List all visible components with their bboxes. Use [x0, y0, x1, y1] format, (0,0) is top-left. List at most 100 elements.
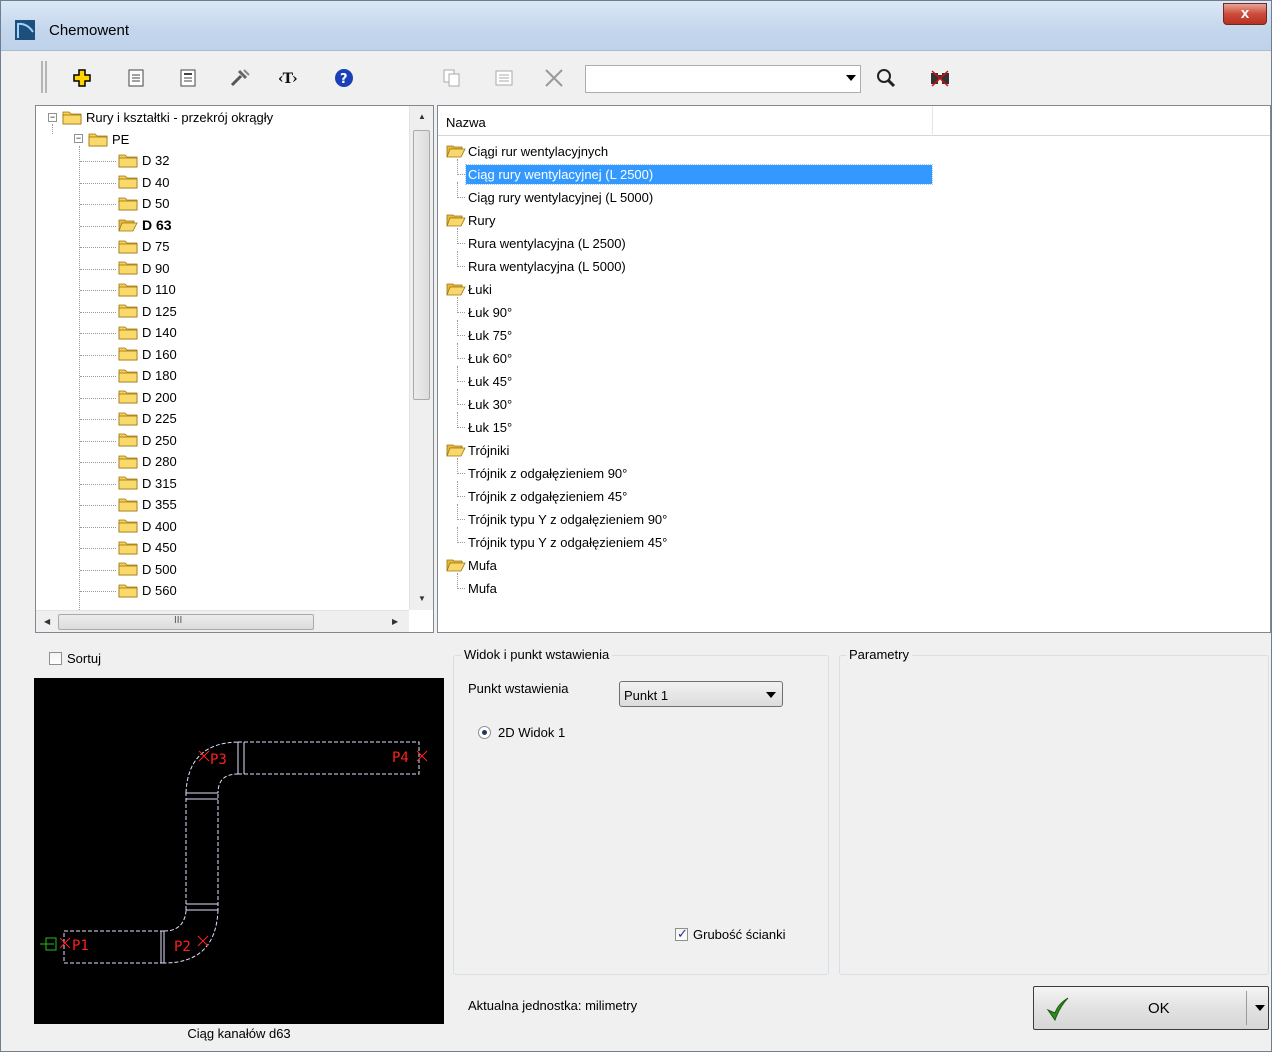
list-item[interactable]: Trójnik typu Y z odgałęzieniem 90° [466, 508, 669, 530]
list-item[interactable]: Mufa [466, 577, 499, 599]
tree-item[interactable]: D 450 [118, 537, 177, 558]
tree-item[interactable]: D 355 [118, 494, 177, 515]
list-item[interactable]: Łuk 45° [466, 370, 514, 392]
column-separator[interactable] [932, 106, 933, 136]
tree-hscroll-thumb[interactable]: III [58, 614, 314, 630]
tree-item[interactable]: D 75 [118, 236, 169, 257]
tools-button[interactable] [227, 65, 253, 91]
folder-icon [118, 498, 138, 512]
view-radio-option[interactable]: 2D Widok 1 [478, 725, 565, 740]
tree-node-group[interactable]: PE [88, 129, 129, 150]
search-input[interactable] [588, 67, 838, 91]
tree-item[interactable]: D 560 [118, 580, 177, 601]
tree-item[interactable]: D 225 [118, 408, 177, 429]
tree-item[interactable]: D 110 [118, 279, 176, 300]
search-combobox[interactable] [585, 65, 861, 93]
ok-button[interactable]: OK [1033, 986, 1269, 1030]
text-tag-button[interactable]: ‹T› [277, 65, 303, 91]
tree-collapse-toggle[interactable]: − [48, 113, 57, 122]
search-button[interactable] [873, 65, 899, 91]
delete-button[interactable] [541, 65, 567, 91]
tree-item[interactable]: D 50 [118, 193, 169, 214]
list-item-label: Trójnik typu Y z odgałęzieniem 90° [468, 511, 668, 527]
help-button[interactable]: ? [331, 65, 357, 91]
tree-item-label: D 400 [142, 518, 177, 534]
tree-item[interactable]: D 200 [118, 387, 177, 408]
wall-thickness-checkbox-box[interactable] [675, 926, 688, 942]
tree-item[interactable]: D 32 [118, 150, 169, 171]
list-group-row[interactable]: Mufa [446, 554, 499, 576]
list-item[interactable]: Trójnik z odgałęzieniem 90° [466, 462, 629, 484]
chevron-down-icon[interactable] [846, 75, 856, 81]
tree-vertical-scrollbar[interactable]: ▲ ▼ [409, 106, 433, 610]
tree-item[interactable]: D 250 [118, 430, 177, 451]
scroll-right-icon[interactable]: ▶ [392, 617, 398, 626]
scroll-up-icon[interactable]: ▲ [418, 112, 426, 121]
folder-icon [118, 519, 138, 533]
category-tree[interactable]: − Rury i kształtki - przekrój okrągły − PE D… [35, 105, 434, 633]
properties-button[interactable] [123, 65, 149, 91]
scroll-left-icon[interactable]: ◀ [44, 617, 50, 626]
tree-collapse-toggle[interactable]: − [74, 134, 83, 143]
tree-item[interactable]: D 125 [118, 301, 177, 322]
tree-item[interactable]: D 280 [118, 451, 177, 472]
list-item[interactable]: Łuk 30° [466, 393, 514, 415]
column-header-name[interactable]: Nazwa [446, 115, 486, 130]
tree-item[interactable]: D 400 [118, 516, 177, 537]
sort-checkbox[interactable]: Sortuj [49, 651, 101, 666]
element-list[interactable]: Nazwa Ciągi rur wentylacyjnych Ciąg rury … [437, 105, 1271, 633]
view-radio[interactable] [478, 726, 491, 739]
list-item[interactable]: Ciąg rury wentylacyjnej (L 2500) [465, 163, 933, 185]
tree-item[interactable]: D 63 [118, 215, 172, 236]
list-group-row[interactable]: Łuki [446, 278, 494, 300]
list-group-row[interactable]: Trójniki [446, 439, 511, 461]
list-item[interactable]: Łuk 60° [466, 347, 514, 369]
list-item[interactable]: Łuk 15° [466, 416, 514, 438]
tree-node-root[interactable]: Rury i kształtki - przekrój okrągły [62, 107, 273, 128]
sort-checkbox-box[interactable] [49, 652, 62, 665]
list-group-row[interactable]: Ciągi rur wentylacyjnych [446, 140, 610, 162]
tree-item-label: D 160 [142, 346, 177, 362]
close-button[interactable]: x [1223, 3, 1267, 25]
copy-button[interactable] [439, 65, 465, 91]
point-label: P3 [210, 752, 227, 768]
list-item[interactable]: Trójnik typu Y z odgałęzieniem 45° [466, 531, 669, 553]
svg-text:?: ? [340, 72, 348, 87]
list-item[interactable]: Rura wentylacyjna (L 2500) [466, 232, 628, 254]
duct-elbow-bottom [163, 909, 219, 964]
toolbar-grip[interactable] [41, 61, 47, 93]
tree-item[interactable]: D 180 [118, 365, 177, 386]
tree-item[interactable]: D 160 [118, 344, 177, 365]
folder-icon [118, 304, 138, 318]
list-item[interactable]: Rura wentylacyjna (L 5000) [466, 255, 628, 277]
document-button[interactable] [175, 65, 201, 91]
find-button[interactable] [927, 65, 953, 91]
tree-item[interactable]: D 315 [118, 473, 177, 494]
tree-item-label: D 355 [142, 497, 177, 512]
folder-icon [118, 455, 138, 469]
tree-item-label: D 110 [142, 282, 176, 297]
list-item[interactable]: Łuk 90° [466, 301, 514, 323]
tree-item[interactable]: D 90 [118, 258, 169, 279]
tree-node-label: Rury i kształtki - przekrój okrągły [86, 110, 274, 125]
tree-item[interactable]: D 40 [118, 172, 169, 193]
list-item[interactable]: Trójnik z odgałęzieniem 45° [466, 485, 629, 507]
wall-thickness-checkbox[interactable]: Grubość ścianki [675, 926, 785, 942]
chevron-down-icon[interactable] [1255, 1005, 1265, 1011]
list-item[interactable]: Łuk 75° [466, 324, 514, 346]
tree-horizontal-scrollbar[interactable]: ◀ III ▶ [36, 610, 409, 632]
edit-button[interactable] [491, 65, 517, 91]
tree-item[interactable]: D 500 [118, 559, 177, 580]
list-group-row[interactable]: Rury [446, 209, 497, 231]
tree-item[interactable]: D 140 [118, 322, 177, 343]
tree-item-label: D 140 [142, 325, 177, 340]
title-bar[interactable]: Chemowent x [1, 1, 1271, 51]
folder-icon [118, 240, 138, 254]
tree-vscroll-thumb[interactable] [413, 130, 430, 400]
list-item-label: Łuk 15° [468, 419, 513, 435]
list-item-label: Łuk 45° [468, 373, 513, 389]
scroll-down-icon[interactable]: ▼ [418, 594, 426, 603]
add-button[interactable] [69, 65, 95, 91]
insert-point-select[interactable]: Punkt 1 [619, 681, 783, 707]
list-item[interactable]: Ciąg rury wentylacyjnej (L 5000) [466, 186, 655, 208]
